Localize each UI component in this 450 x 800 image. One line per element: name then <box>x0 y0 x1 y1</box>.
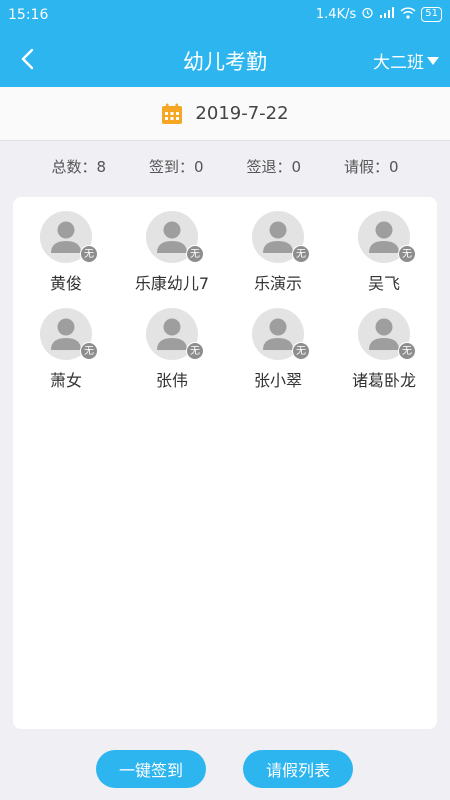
avatar: 无 <box>252 308 310 360</box>
child-item[interactable]: 无 张伟 <box>119 308 225 391</box>
child-item[interactable]: 无 黄俊 <box>13 211 119 294</box>
child-item[interactable]: 无 吴飞 <box>331 211 437 294</box>
class-selector-label: 大二班 <box>373 53 424 73</box>
child-name: 萧女 <box>49 371 82 390</box>
child-item[interactable]: 无 张小翠 <box>225 308 331 391</box>
avatar: 无 <box>146 308 204 360</box>
stat-leave: 请假：0 <box>343 157 399 176</box>
status-bar: 15:16 1.4K/s 51 <box>0 0 450 31</box>
calendar-icon <box>162 103 183 124</box>
child-name: 张小翠 <box>253 371 302 390</box>
attendance-stats: 总数：8 签到：0 签退：0 请假：0 <box>0 142 450 190</box>
child-item[interactable]: 无 诸葛卧龙 <box>331 308 437 391</box>
avatar: 无 <box>358 211 416 263</box>
avatar: 无 <box>40 211 98 263</box>
caret-down-icon <box>427 56 439 65</box>
status-badge: 无 <box>186 245 204 263</box>
status-badge: 无 <box>292 342 310 360</box>
child-item[interactable]: 无 萧女 <box>13 308 119 391</box>
date-selector[interactable]: 2019-7-22 <box>0 87 450 141</box>
status-badge: 无 <box>186 342 204 360</box>
avatar: 无 <box>358 308 416 360</box>
wifi-icon <box>400 6 416 23</box>
status-icons: 1.4K/s 51 <box>316 6 442 23</box>
child-item[interactable]: 无 乐演示 <box>225 211 331 294</box>
status-badge: 无 <box>398 245 416 263</box>
status-badge: 无 <box>80 245 98 263</box>
child-name: 乐演示 <box>253 274 302 293</box>
status-badge: 无 <box>398 342 416 360</box>
status-badge: 无 <box>80 342 98 360</box>
sign-in-all-button[interactable]: 一键签到 <box>96 750 206 788</box>
class-selector[interactable]: 大二班 <box>373 48 440 73</box>
children-card: 无 黄俊 无 乐康幼儿7 无 乐演示 无 吴飞 无 萧女 无 张伟 无 张小翠 … <box>13 197 437 729</box>
status-badge: 无 <box>292 245 310 263</box>
network-speed: 1.4K/s <box>315 7 357 22</box>
children-grid: 无 黄俊 无 乐康幼儿7 无 乐演示 无 吴飞 无 萧女 无 张伟 无 张小翠 … <box>13 197 437 391</box>
selected-date: 2019-7-22 <box>195 103 289 124</box>
avatar: 无 <box>252 211 310 263</box>
avatar: 无 <box>40 308 98 360</box>
stat-signed-in: 签到：0 <box>148 157 204 176</box>
child-name: 吴飞 <box>367 274 400 293</box>
nav-bar: 幼儿考勤 大二班 <box>0 31 450 87</box>
stat-signed-out: 签退：0 <box>246 157 302 176</box>
child-name: 黄俊 <box>49 274 82 293</box>
avatar: 无 <box>146 211 204 263</box>
status-time: 15:16 <box>8 7 49 23</box>
child-name: 乐康幼儿7 <box>134 274 210 293</box>
alarm-icon <box>361 6 374 23</box>
stat-total: 总数：8 <box>51 157 107 176</box>
child-item[interactable]: 无 乐康幼儿7 <box>119 211 225 294</box>
signal-icon <box>379 6 395 23</box>
child-name: 张伟 <box>155 371 188 390</box>
child-name: 诸葛卧龙 <box>351 371 416 390</box>
battery-indicator: 51 <box>421 7 442 22</box>
top-bar: 15:16 1.4K/s 51 幼儿考勤 大二班 <box>0 0 450 87</box>
leave-list-button[interactable]: 请假列表 <box>243 750 353 788</box>
